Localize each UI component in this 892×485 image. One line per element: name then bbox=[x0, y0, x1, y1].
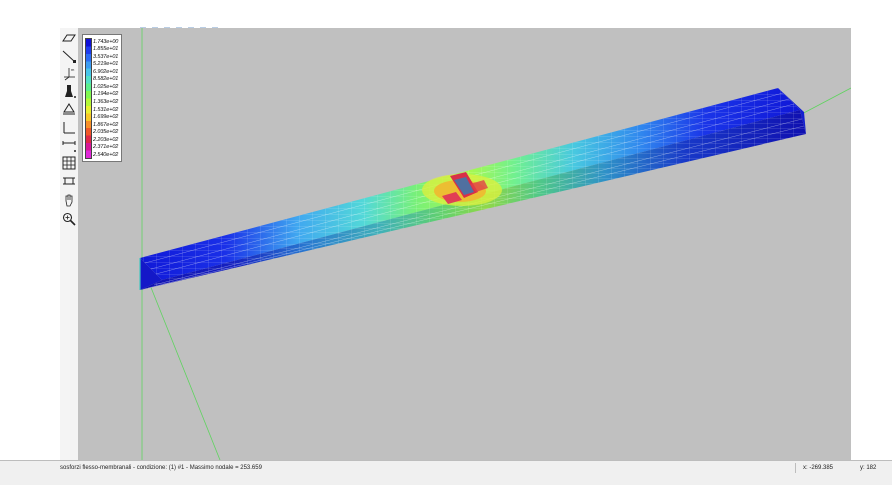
left-margin bbox=[0, 28, 60, 460]
dimension-icon[interactable] bbox=[61, 119, 77, 135]
plane-icon[interactable] bbox=[61, 30, 77, 46]
legend-label: 2.203e+02 bbox=[93, 136, 119, 143]
legend-label: 6.902e+01 bbox=[93, 68, 119, 75]
cursor-y-coordinate: y: 182 bbox=[860, 465, 877, 471]
legend-label: 2.540e+02 bbox=[93, 151, 119, 158]
axis-depth bbox=[147, 279, 221, 460]
cursor-x-coordinate: x: -269.385 bbox=[803, 465, 834, 471]
measure-icon[interactable] bbox=[61, 137, 77, 153]
tool-palette: m bbox=[60, 28, 78, 460]
zoom-icon[interactable] bbox=[61, 211, 77, 227]
model-viewport[interactable] bbox=[78, 28, 851, 460]
legend-label: 1.194e+02 bbox=[93, 91, 119, 98]
status-separator bbox=[795, 463, 796, 473]
line-icon[interactable] bbox=[61, 48, 77, 64]
axes-icon[interactable]: m bbox=[61, 65, 77, 81]
model-canvas[interactable] bbox=[78, 28, 851, 460]
paint-icon[interactable] bbox=[61, 83, 77, 99]
legend-color-bar bbox=[85, 38, 92, 159]
legend-label: 2.035e+02 bbox=[93, 129, 119, 136]
fem-viewer-window: m 1.743e+00 1.855e+01 3.537e+01 5.219e+0… bbox=[0, 0, 892, 485]
legend-label: 1.743e+00 bbox=[93, 38, 119, 45]
mesh-icon[interactable] bbox=[61, 155, 77, 171]
right-margin bbox=[851, 28, 892, 460]
legend-label: 8.582e+01 bbox=[93, 76, 119, 83]
title-strip-dots bbox=[140, 17, 260, 30]
status-message: sosforzi flesso-membranali - condizione:… bbox=[60, 465, 262, 471]
axis-horizontal bbox=[797, 87, 851, 117]
legend-label: 1.867e+02 bbox=[93, 121, 119, 128]
color-legend: 1.743e+00 1.855e+01 3.537e+01 5.219e+01 6.90… bbox=[82, 34, 122, 162]
legend-label: 2.371e+02 bbox=[93, 144, 119, 151]
legend-label: 1.363e+02 bbox=[93, 99, 119, 105]
support-icon[interactable] bbox=[61, 101, 77, 117]
svg-text:m: m bbox=[71, 67, 75, 72]
beam-icon[interactable] bbox=[61, 173, 77, 189]
pan-icon[interactable] bbox=[61, 192, 77, 208]
status-bar: sosforzi flesso-membranali - condizione:… bbox=[0, 460, 892, 485]
legend-label: 3.537e+01 bbox=[93, 53, 119, 60]
title-strip bbox=[0, 0, 892, 30]
legend-label: 5.219e+01 bbox=[93, 61, 119, 68]
legend-label: 1.531e+02 bbox=[93, 106, 119, 113]
legend-label: 1.025e+02 bbox=[93, 83, 119, 90]
legend-label: 1.855e+01 bbox=[93, 46, 119, 53]
legend-label: 1.699e+02 bbox=[93, 114, 119, 121]
